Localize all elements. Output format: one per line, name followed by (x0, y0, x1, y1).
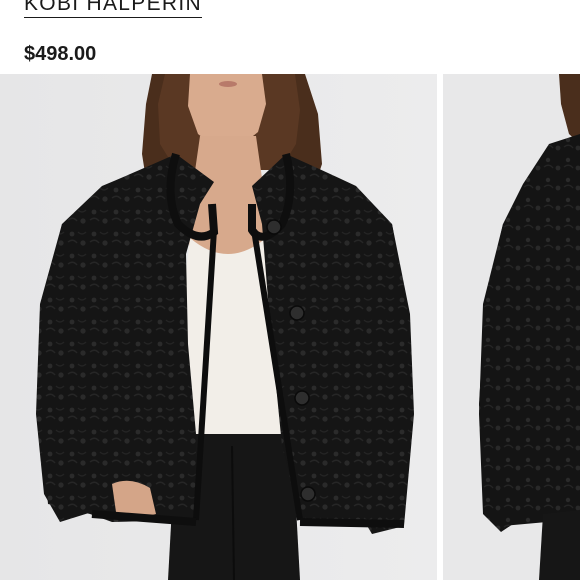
product-photo-front[interactable] (0, 74, 437, 580)
brand-link[interactable]: KOBI HALPERIN (24, 0, 202, 18)
model-front-illustration (0, 74, 437, 580)
model-side-illustration (443, 74, 580, 580)
image-gallery[interactable] (0, 74, 580, 580)
product-photo-side[interactable] (443, 74, 580, 580)
product-header: KOBI HALPERIN $498.00 (0, 0, 580, 74)
product-page: KOBI HALPERIN $498.00 (0, 0, 580, 580)
product-price: $498.00 (24, 43, 97, 65)
